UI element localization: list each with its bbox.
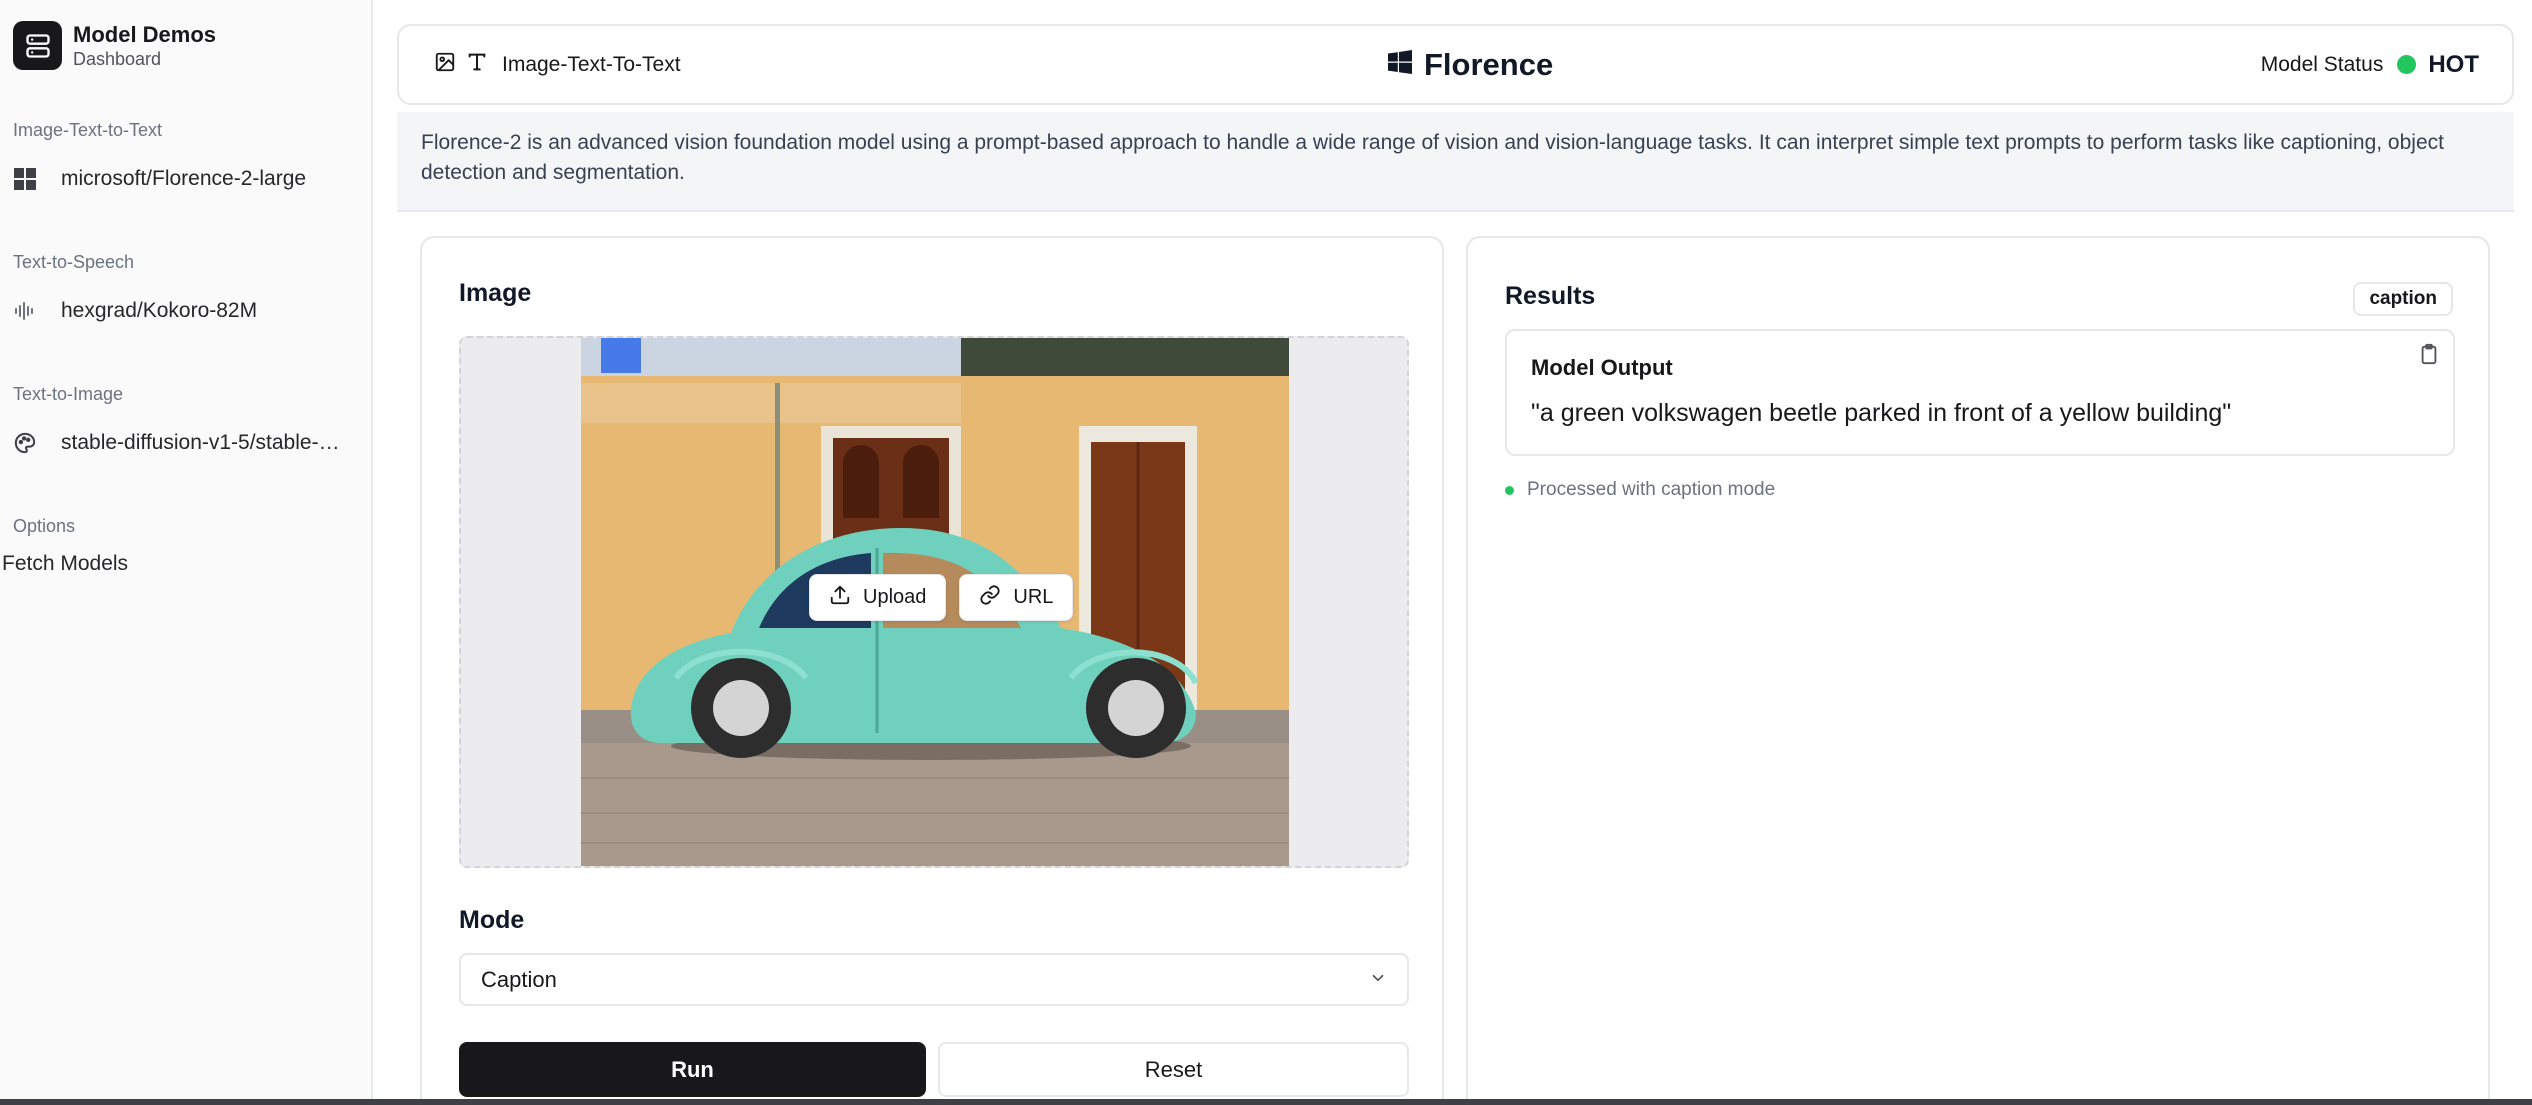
model-header: Image-Text-To-Text Florence Model Status… — [397, 24, 2514, 105]
mode-badge: caption — [2353, 282, 2453, 316]
input-card: Image Upload URL Mode Caption Run Reset — [420, 236, 1444, 1105]
server-icon — [13, 21, 62, 70]
model-description: Florence-2 is an advanced vision foundat… — [397, 112, 2514, 212]
sidebar-item-label: microsoft/Florence-2-large — [61, 167, 307, 190]
audio-waveform-icon — [13, 299, 37, 323]
model-output-box: Model Output "a green volkswagen beetle … — [1505, 329, 2455, 456]
model-output-text[interactable]: "a green volkswagen beetle parked in fro… — [1531, 399, 2231, 428]
app-title: Model Demos — [73, 21, 217, 47]
group-label-text-to-image: Text-to-Image — [13, 384, 124, 404]
status-dot — [1505, 485, 1514, 495]
image-icon — [434, 51, 456, 78]
image-section-title: Image — [459, 279, 532, 307]
task-label: Image-Text-To-Text — [502, 52, 681, 76]
model-status-label: Model Status — [2260, 52, 2384, 76]
url-button[interactable]: URL — [959, 574, 1074, 621]
processed-status: Processed with caption mode — [1505, 479, 1775, 501]
sidebar-item-label: hexgrad/Kokoro-82M — [61, 299, 258, 322]
windows-icon — [13, 167, 37, 191]
windows-icon — [1388, 50, 1412, 79]
window-bottom-edge — [0, 1099, 2532, 1105]
run-button[interactable]: Run — [459, 1042, 926, 1097]
group-label-image-text-to-text: Image-Text-to-Text — [13, 120, 163, 140]
processed-text: Processed with caption mode — [1527, 479, 1776, 500]
mode-select-value: Caption — [481, 966, 557, 992]
palette-icon — [13, 431, 37, 455]
app-subtitle: Dashboard — [73, 48, 162, 69]
url-label: URL — [1013, 586, 1054, 608]
sidebar: Model Demos Dashboard Image-Text-to-Text… — [0, 0, 373, 1105]
link-icon — [979, 584, 1001, 612]
upload-label: Upload — [863, 586, 927, 608]
group-label-text-to-speech: Text-to-Speech — [13, 252, 135, 272]
results-card: Results caption Model Output "a green vo… — [1466, 236, 2490, 1105]
model-name: Florence — [1424, 46, 1554, 82]
upload-button[interactable]: Upload — [809, 574, 947, 621]
reset-button[interactable]: Reset — [938, 1042, 1409, 1097]
text-icon — [466, 51, 488, 78]
upload-icon — [829, 584, 851, 612]
sidebar-item-kokoro[interactable]: hexgrad/Kokoro-82M — [13, 291, 353, 331]
model-status-value: HOT — [2428, 50, 2479, 78]
sidebar-item-stable-diffusion[interactable]: stable-diffusion-v1-5/stable-diffusion-v… — [13, 423, 353, 463]
status-indicator — [2397, 55, 2417, 74]
mode-label: Mode — [459, 906, 525, 934]
group-label-options: Options — [13, 516, 76, 536]
image-dropzone[interactable]: Upload URL — [459, 336, 1409, 868]
clipboard-icon[interactable] — [2418, 343, 2440, 370]
mode-select[interactable]: Caption — [459, 953, 1409, 1006]
sidebar-item-label: stable-diffusion-v1-5/stable-diffusion-v… — [61, 431, 351, 454]
fetch-models-button[interactable]: Fetch Models — [2, 552, 128, 576]
sidebar-item-florence[interactable]: microsoft/Florence-2-large — [13, 159, 353, 199]
brand[interactable]: Model Demos Dashboard — [13, 21, 216, 70]
model-output-label: Model Output — [1531, 355, 1673, 380]
chevron-down-icon — [1369, 967, 1387, 993]
results-title: Results — [1505, 282, 1596, 310]
